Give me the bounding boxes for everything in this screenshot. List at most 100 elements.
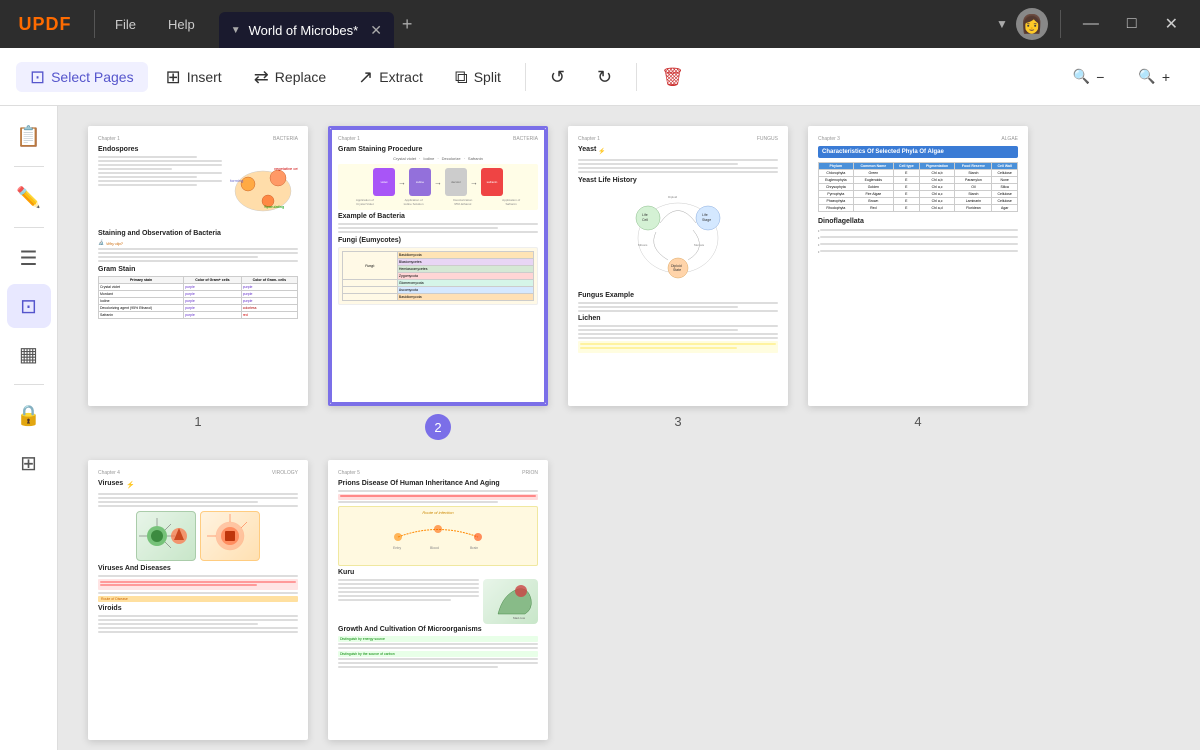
- svg-text:Stage: Stage: [702, 218, 711, 222]
- sidebar-list-icon[interactable]: ☰: [7, 236, 51, 280]
- rotate-right-icon: ↻: [597, 68, 612, 86]
- tab-title: World of Microbes*: [249, 23, 359, 38]
- page-frame-3[interactable]: Chapter 1FUNGUS Yeast ⚡ Yeast Life Histo…: [568, 126, 788, 406]
- rotate-right-button[interactable]: ↻: [583, 62, 626, 92]
- sidebar-table-icon[interactable]: ⊞: [7, 441, 51, 485]
- tab-arrow-icon[interactable]: ▼: [231, 25, 241, 36]
- page-frame-4[interactable]: Chapter 3ALGAE Characteristics Of Select…: [808, 126, 1028, 406]
- page-content-4: Chapter 3ALGAE Characteristics Of Select…: [818, 136, 1018, 396]
- svg-text:Sporulating: Sporulating: [264, 204, 284, 209]
- page-content-1: Chapter 1BACTERIA Endospores: [98, 136, 298, 396]
- svg-text:Blood: Blood: [430, 546, 439, 550]
- trash-icon: 🗑: [661, 68, 684, 86]
- extract-icon: ↗: [358, 68, 373, 86]
- select-pages-icon: ⊡: [30, 68, 45, 86]
- zoom-out-button[interactable]: 🔍 −: [1059, 62, 1119, 91]
- replace-label: Replace: [275, 69, 326, 85]
- page-frame-6[interactable]: Chapter 5PRION Prions Disease Of Human I…: [328, 460, 548, 740]
- page-header-6: Chapter 5PRION: [338, 470, 538, 476]
- sidebar-pages-icon[interactable]: ⊡: [7, 284, 51, 328]
- sidebar-layout-icon[interactable]: ▦: [7, 332, 51, 376]
- yeast-history-title: Yeast Life History: [578, 177, 778, 184]
- titlebar-menu: File Help: [99, 0, 211, 48]
- menu-help[interactable]: Help: [152, 0, 211, 48]
- toolbar-separator-1: [525, 63, 526, 91]
- zoom-in-button[interactable]: 🔍 +: [1124, 62, 1184, 91]
- zoom-in-label: +: [1162, 69, 1170, 85]
- kuru-title: Kuru: [338, 569, 538, 576]
- page-title-6: Prions Disease Of Human Inheritance And …: [338, 480, 538, 487]
- page-frame-5[interactable]: Chapter 4VIROLOGY Viruses ⚡: [88, 460, 308, 740]
- page-frame-1[interactable]: Chapter 1BACTERIA Endospores: [88, 126, 308, 406]
- example-bacteria-title: Example of Bacteria: [338, 213, 538, 220]
- zoom-in-icon: 🔍: [1138, 68, 1155, 85]
- zoom-out-label: −: [1096, 69, 1104, 85]
- page-header-1: Chapter 1BACTERIA: [98, 136, 298, 142]
- tab-list-arrow[interactable]: ▼: [996, 17, 1008, 31]
- svg-text:Meiosis: Meiosis: [694, 243, 705, 247]
- page-thumb-6[interactable]: Chapter 5PRION Prions Disease Of Human I…: [328, 460, 548, 750]
- sidebar-sep-2: [14, 227, 44, 228]
- growth-cultivation-title: Growth And Cultivation Of Microorganisms: [338, 626, 538, 633]
- insert-button[interactable]: ⊞ Insert: [152, 62, 236, 92]
- page-number-4: 4: [914, 414, 921, 429]
- sidebar-doc-icon[interactable]: 📋: [7, 114, 51, 158]
- select-pages-label: Select Pages: [51, 69, 134, 85]
- page-number-3: 3: [674, 414, 681, 429]
- split-button[interactable]: ⧉ Split: [441, 62, 515, 92]
- rotate-left-icon: ↺: [550, 68, 565, 86]
- viruses-diseases-title: Viruses And Diseases: [98, 565, 298, 572]
- left-sidebar: 📋 ✏️ ☰ ⊡ ▦ 🔒 ⊞: [0, 106, 58, 750]
- page-header-2: Chapter 1BACTERIA: [338, 136, 538, 142]
- pages-area: Chapter 1BACTERIA Endospores: [58, 106, 1200, 750]
- section-title-1a: Staining and Observation of Bacteria: [98, 230, 298, 237]
- page-content-3: Chapter 1FUNGUS Yeast ⚡ Yeast Life Histo…: [578, 136, 778, 396]
- sidebar-brush-icon[interactable]: ✏️: [7, 175, 51, 219]
- page-header-5: Chapter 4VIROLOGY: [98, 470, 298, 476]
- extract-label: Extract: [379, 69, 423, 85]
- toolbar-separator-2: [636, 63, 637, 91]
- page-thumb-4[interactable]: Chapter 3ALGAE Characteristics Of Select…: [808, 126, 1028, 440]
- page-content-6: Chapter 5PRION Prions Disease Of Human I…: [338, 470, 538, 730]
- titlebar-right: ▼ 👩 — □ ✕: [996, 8, 1200, 40]
- page-thumb-1[interactable]: Chapter 1BACTERIA Endospores: [88, 126, 308, 440]
- svg-text:Life: Life: [642, 213, 648, 217]
- page-number-1: 1: [194, 414, 201, 429]
- toolbar-right: 🔍 − 🔍 +: [1059, 62, 1184, 91]
- menu-file[interactable]: File: [99, 0, 152, 48]
- avatar[interactable]: 👩: [1016, 8, 1048, 40]
- replace-button[interactable]: ⇄ Replace: [240, 62, 340, 92]
- viroids-title: Viroids: [98, 605, 298, 612]
- select-pages-button[interactable]: ⊡ Select Pages: [16, 62, 148, 92]
- svg-text:Brain: Brain: [470, 546, 478, 550]
- minimize-button[interactable]: —: [1073, 15, 1109, 33]
- extract-button[interactable]: ↗ Extract: [344, 62, 437, 92]
- fungi-title: Fungi (Eumycotes): [338, 237, 538, 244]
- sidebar-seal-icon[interactable]: 🔒: [7, 393, 51, 437]
- svg-text:Mad cow: Mad cow: [513, 616, 526, 620]
- svg-text:Entry: Entry: [393, 546, 401, 550]
- page-title-3: Yeast: [578, 146, 596, 153]
- maximize-button[interactable]: □: [1117, 15, 1147, 33]
- gram-stain-title: Gram Stain: [98, 266, 298, 273]
- delete-button[interactable]: 🗑: [647, 62, 698, 92]
- page-thumb-5[interactable]: Chapter 4VIROLOGY Viruses ⚡: [88, 460, 308, 750]
- page-title-1: Endospores: [98, 146, 298, 153]
- page-header-4: Chapter 3ALGAE: [818, 136, 1018, 142]
- tab-close-button[interactable]: ✕: [370, 22, 382, 39]
- svg-text:forming: forming: [230, 178, 243, 183]
- page-thumb-3[interactable]: Chapter 1FUNGUS Yeast ⚡ Yeast Life Histo…: [568, 126, 788, 440]
- svg-text:Mitosis: Mitosis: [638, 243, 648, 247]
- app-logo: UPDF: [0, 14, 90, 35]
- titlebar-right-divider: [1060, 10, 1061, 38]
- page-content-2: Chapter 1BACTERIA Gram Staining Procedur…: [338, 136, 538, 396]
- page-thumb-2[interactable]: Chapter 1BACTERIA Gram Staining Procedur…: [328, 126, 548, 440]
- active-tab[interactable]: ▼ World of Microbes* ✕: [219, 12, 394, 48]
- close-window-button[interactable]: ✕: [1155, 14, 1188, 34]
- page-header-3: Chapter 1FUNGUS: [578, 136, 778, 142]
- split-label: Split: [474, 69, 501, 85]
- tab-add-button[interactable]: +: [402, 14, 413, 35]
- insert-icon: ⊞: [166, 68, 181, 86]
- page-frame-2[interactable]: Chapter 1BACTERIA Gram Staining Procedur…: [328, 126, 548, 406]
- rotate-left-button[interactable]: ↺: [536, 62, 579, 92]
